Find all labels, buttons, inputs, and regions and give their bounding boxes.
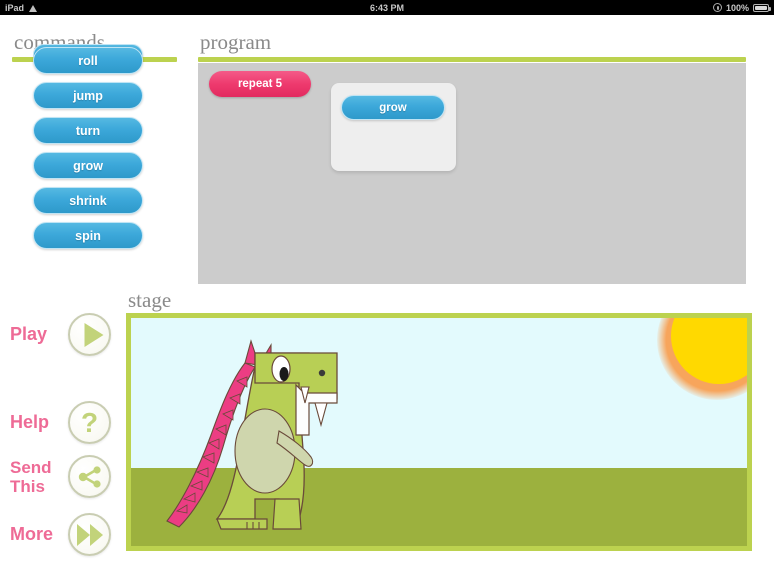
command-button-grow[interactable]: grow [33,152,143,179]
commands-list: roll jump turn grow shrink spin [33,47,143,257]
share-icon-glyph [78,465,101,488]
send-this-label-line1: Send [10,457,52,477]
program-nest-slot[interactable]: grow [331,83,456,171]
play-button[interactable]: Play [0,313,125,356]
command-button-jump[interactable]: jump [33,82,143,109]
send-this-button[interactable]: Send This [0,455,125,498]
battery-percent: 100% [725,2,749,13]
status-bar-time: 6:43 PM [369,2,404,13]
program-heading: program [200,30,272,54]
command-button-roll[interactable]: roll [33,47,143,74]
play-label: Play [10,324,48,344]
help-label: Help [10,412,50,432]
share-icon[interactable] [68,455,111,498]
command-button-spin[interactable]: spin [33,222,143,249]
program-canvas[interactable]: repeat 5 grow [198,63,746,284]
more-label: More [10,524,54,544]
battery-icon [753,3,771,12]
stage-heading: stage [128,288,172,312]
status-bar-right: 100% [712,2,771,13]
question-mark-icon[interactable]: ? [68,401,111,444]
command-button-shrink[interactable]: shrink [33,187,143,214]
stage-frame[interactable] [126,313,752,551]
status-bar: iPad 6:43 PM 100% [0,0,774,15]
dinosaur-sprite[interactable] [159,323,359,538]
play-icon[interactable] [68,313,111,356]
send-this-label: Send This [0,458,68,496]
more-button[interactable]: More [0,513,125,556]
rotation-lock-icon [712,3,722,12]
program-divider [198,57,746,62]
command-button-turn[interactable]: turn [33,117,143,144]
side-actions: Play Help ? Send This More [0,305,125,565]
app-root: iPad 6:43 PM 100% commands roll jump tur… [0,0,774,580]
program-block-repeat[interactable]: repeat 5 [209,71,311,97]
fast-forward-icon[interactable] [68,513,111,556]
send-this-label-line2: This [10,476,45,496]
program-block-grow[interactable]: grow [341,95,445,120]
help-button[interactable]: Help ? [0,401,125,444]
